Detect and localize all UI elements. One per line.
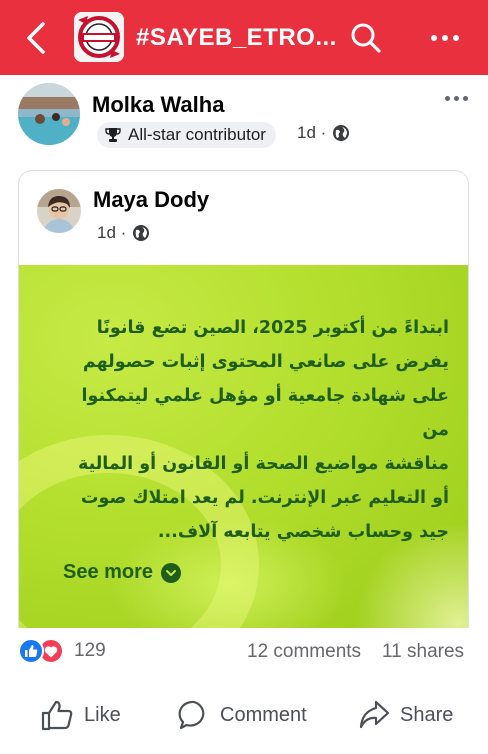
post-timestamp[interactable]: 1d · [297,123,350,143]
post-actions-bar: Like Comment Share [0,690,488,740]
shared-post-timestamp[interactable]: 1d · [97,223,150,243]
reactions-summary[interactable]: 129 [18,638,106,664]
like-button[interactable]: Like [40,690,121,740]
shared-post-card[interactable]: Maya Dody 1d · ابتداءً من أكتوبر 2025، ا… [18,170,469,628]
post-text-line: يفرض على صانعي المحتوى إثبات حصولهم [82,352,449,372]
share-arrow-icon [359,700,390,729]
comment-label: Comment [220,703,307,726]
group-header-bar: #SAYEB_ETRO... [0,0,488,75]
back-arrow-icon[interactable] [18,20,54,56]
comment-bubble-icon [178,700,205,730]
chevron-down-icon [161,562,182,583]
post-options-icon[interactable] [440,90,472,106]
like-label: Like [84,703,121,726]
see-more-button[interactable]: See more [63,561,182,584]
globe-icon [133,225,150,241]
more-options-icon[interactable] [425,20,465,56]
post-text-line: ابتداءً من أكتوبر 2025، الصين تضع قانونً… [96,318,449,338]
post-time-text: 1d · [297,123,327,142]
group-logo[interactable] [74,12,124,62]
text-post-background[interactable]: ابتداءً من أكتوبر 2025، الصين تضع قانونً… [19,265,468,628]
group-title[interactable]: #SAYEB_ETRO... [136,24,337,52]
comments-count[interactable]: 12 comments [247,641,361,663]
shared-time-text: 1d · [97,223,127,242]
shares-count[interactable]: 11 shares [382,641,464,663]
globe-icon [333,125,350,141]
author-name[interactable]: Molka Walha [92,92,224,118]
trophy-icon [105,128,121,142]
shared-author-avatar[interactable] [37,189,81,233]
reaction-count: 129 [74,640,106,661]
post-text-line: على شهادة جامعية أو مؤهل علمي ليتمكنوا م… [81,386,449,440]
see-more-label: See more [63,561,154,583]
post-text-line: أو التعليم عبر الإنترنت. لم يعد امتلاك ص… [80,488,449,508]
thumbs-up-icon [41,700,73,731]
shared-author-name[interactable]: Maya Dody [93,187,209,213]
search-icon[interactable] [348,20,384,56]
shared-post-text: ابتداءً من أكتوبر 2025، الصين تضع قانونً… [49,311,449,549]
author-avatar[interactable] [18,83,80,145]
like-reaction-icon [18,638,44,664]
share-button[interactable]: Share [358,690,453,740]
post-text-line: مناقشة مواضيع الصحة أو القانون أو المالي… [77,454,449,474]
contributor-badge: All-star contributor [97,122,276,148]
post-text-line: جيد وحساب شخصي يتابعه آلاف... [157,522,449,542]
comment-button[interactable]: Comment [178,690,307,740]
badge-label: All-star contributor [128,125,266,144]
share-label: Share [400,703,454,726]
